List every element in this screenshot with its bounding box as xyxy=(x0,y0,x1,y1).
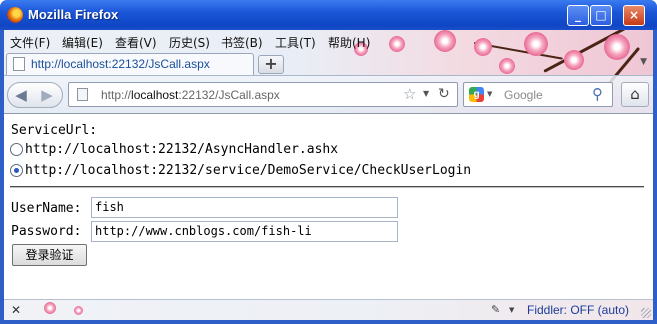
search-bar[interactable]: g ▼ Google ⚲ xyxy=(463,82,613,107)
password-input[interactable]: http://www.cnblogs.com/fish-li xyxy=(91,221,398,242)
home-button[interactable]: ⌂ xyxy=(621,82,649,107)
new-tab-button[interactable]: + xyxy=(258,55,284,74)
close-addon-bar-icon[interactable]: ✕ xyxy=(11,303,21,317)
url-path: :22132/JsCall.aspx xyxy=(178,88,280,102)
status-bar: ✕ ✎ ▼ Fiddler: OFF (auto) xyxy=(4,299,653,320)
resize-grip[interactable] xyxy=(641,308,651,318)
service-url-label: ServiceUrl: xyxy=(11,123,98,138)
close-button[interactable]: × xyxy=(623,5,645,26)
blossom-decoration xyxy=(74,306,83,315)
service-option-label: http://localhost:22132/AsyncHandler.ashx xyxy=(25,142,339,157)
url-history-chevron-icon[interactable]: ▼ xyxy=(423,89,429,98)
forward-arrow-icon[interactable]: ▶ xyxy=(36,85,58,105)
menu-tools[interactable]: 工具(T) xyxy=(275,34,316,51)
url-prefix: http:// xyxy=(101,88,132,102)
fiddler-status[interactable]: Fiddler: OFF (auto) xyxy=(527,303,629,317)
search-magnifier-icon[interactable]: ⚲ xyxy=(592,85,603,103)
url-text[interactable]: http://localhost:22132/JsCall.aspx xyxy=(101,88,280,102)
back-forward-group: ◀ ▶ xyxy=(7,82,63,108)
url-bar[interactable]: http://localhost:22132/JsCall.aspx ☆ ▼ ↻ xyxy=(68,82,458,107)
google-logo-icon[interactable]: g xyxy=(469,87,484,102)
menu-help[interactable]: 帮助(H) xyxy=(328,34,370,51)
divider xyxy=(10,186,644,188)
menu-edit[interactable]: 编辑(E) xyxy=(62,34,103,51)
navigation-toolbar: ◀ ▶ http://localhost:22132/JsCall.aspx ☆… xyxy=(4,75,653,113)
blossom-decoration xyxy=(44,302,56,314)
window-title: Mozilla Firefox xyxy=(28,7,119,22)
tab-jscall[interactable]: http://localhost:22132/JsCall.aspx xyxy=(6,53,254,75)
username-input[interactable]: fish xyxy=(91,197,398,218)
maximize-button[interactable]: □ xyxy=(590,5,612,26)
service-option-check-user-login[interactable]: http://localhost:22132/service/DemoServi… xyxy=(10,162,471,179)
radio-button-selected[interactable] xyxy=(10,164,23,177)
search-placeholder[interactable]: Google xyxy=(504,88,543,102)
home-icon: ⌂ xyxy=(630,85,640,103)
password-label: Password: xyxy=(11,224,82,239)
title-bar[interactable]: Mozilla Firefox _ □ × xyxy=(0,0,657,30)
menu-bar: 文件(F) 编辑(E) 查看(V) 历史(S) 书签(B) 工具(T) 帮助(H… xyxy=(4,30,653,52)
page-content: ServiceUrl: http://localhost:22132/Async… xyxy=(4,113,653,299)
reload-icon[interactable]: ↻ xyxy=(438,86,450,102)
menu-bookmarks[interactable]: 书签(B) xyxy=(221,34,263,51)
back-arrow-icon[interactable]: ◀ xyxy=(10,85,32,105)
browser-window: Mozilla Firefox _ □ × 文件(F) 编辑(E) 查看(V) … xyxy=(0,0,657,324)
service-option-label: http://localhost:22132/service/DemoServi… xyxy=(25,163,472,178)
menu-file[interactable]: 文件(F) xyxy=(10,34,50,51)
browser-chrome: 文件(F) 编辑(E) 查看(V) 历史(S) 书签(B) 工具(T) 帮助(H… xyxy=(4,30,653,113)
page-icon xyxy=(13,57,25,71)
minimize-button[interactable]: _ xyxy=(567,5,589,26)
menu-history[interactable]: 历史(S) xyxy=(169,34,210,51)
url-host: localhost xyxy=(131,88,179,102)
fiddler-chevron-icon[interactable]: ▼ xyxy=(509,306,514,314)
tab-list-chevron-icon[interactable]: ▼ xyxy=(640,57,647,67)
tab-strip: http://localhost:22132/JsCall.aspx + ▼ xyxy=(4,52,653,75)
radio-button[interactable] xyxy=(10,143,23,156)
page-icon xyxy=(77,88,88,101)
tab-label: http://localhost:22132/JsCall.aspx xyxy=(31,57,210,71)
search-engine-chevron-icon[interactable]: ▼ xyxy=(487,90,492,98)
bookmark-star-icon[interactable]: ☆ xyxy=(403,85,416,103)
menu-view[interactable]: 查看(V) xyxy=(115,34,157,51)
service-option-async-handler[interactable]: http://localhost:22132/AsyncHandler.ashx xyxy=(10,141,338,158)
fiddler-icon[interactable]: ✎ xyxy=(491,303,500,316)
username-label: UserName: xyxy=(11,201,82,216)
firefox-logo-icon xyxy=(7,7,23,23)
login-verify-button[interactable]: 登录验证 xyxy=(12,244,87,266)
